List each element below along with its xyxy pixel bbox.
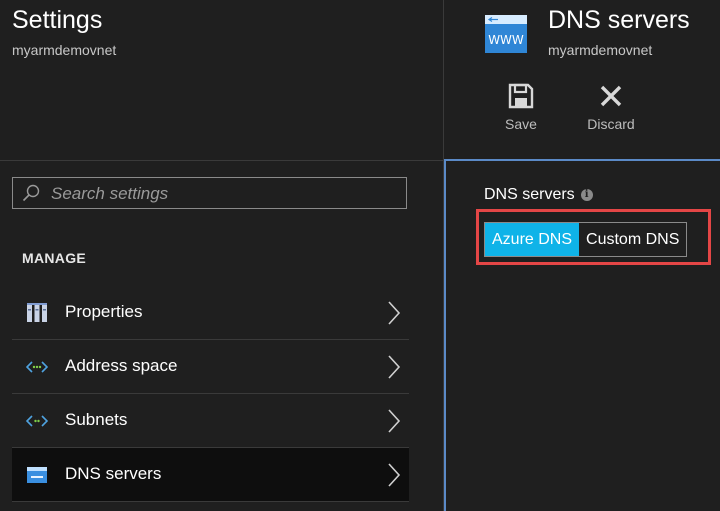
settings-title: Settings	[12, 6, 103, 34]
settings-blade: Settings myarmdemovnet MANAGE Properties	[0, 0, 444, 511]
chevron-right-icon	[388, 463, 401, 487]
dns-servers-icon	[27, 467, 47, 483]
discard-label: Discard	[587, 116, 635, 132]
azure-dns-option[interactable]: Azure DNS	[485, 223, 580, 256]
menu-item-subnets[interactable]: Subnets	[12, 394, 409, 448]
save-icon	[508, 83, 534, 109]
save-button[interactable]: Save	[491, 82, 551, 132]
settings-subtitle: myarmdemovnet	[12, 42, 117, 58]
menu-item-label: Subnets	[65, 410, 128, 429]
svg-text:WWW: WWW	[488, 33, 524, 47]
menu-item-label: Properties	[65, 302, 143, 321]
dns-blade-header: WWW DNS servers myarmdemovnet Save Disca…	[444, 0, 720, 160]
subnets-icon	[26, 415, 48, 427]
chevron-right-icon	[388, 409, 401, 433]
menu-item-dns-servers[interactable]: DNS servers	[12, 448, 409, 502]
dns-blade-title: DNS servers	[548, 6, 690, 34]
chevron-right-icon	[388, 301, 401, 325]
field-label-text: DNS servers	[484, 186, 575, 203]
search-input[interactable]	[49, 178, 403, 210]
close-icon	[600, 85, 622, 107]
settings-menu: Properties Address space Subnets DNS ser…	[12, 286, 409, 502]
info-icon[interactable]: i	[580, 188, 593, 201]
custom-dns-option[interactable]: Custom DNS	[579, 223, 686, 256]
search-box[interactable]	[12, 177, 407, 210]
menu-item-properties[interactable]: Properties	[12, 286, 409, 340]
dns-servers-field-label: DNS servers i	[484, 186, 593, 204]
menu-item-label: DNS servers	[65, 464, 162, 483]
active-blade-border	[444, 160, 446, 511]
dns-blade-subtitle: myarmdemovnet	[548, 42, 653, 58]
section-label-manage: MANAGE	[22, 250, 87, 266]
dns-type-toggle[interactable]: Azure DNS Custom DNS	[484, 222, 688, 257]
menu-item-label: Address space	[65, 356, 178, 375]
address-space-icon	[26, 361, 48, 373]
save-label: Save	[505, 116, 537, 132]
menu-item-address-space[interactable]: Address space	[12, 340, 409, 394]
settings-blade-header: Settings myarmdemovnet	[0, 0, 444, 161]
chevron-right-icon	[388, 355, 401, 379]
properties-icon	[27, 303, 47, 322]
discard-button[interactable]: Discard	[581, 82, 641, 132]
www-icon: WWW	[485, 15, 527, 53]
search-icon	[22, 184, 40, 202]
dns-servers-blade: WWW DNS servers myarmdemovnet Save Disca…	[444, 0, 720, 511]
active-blade-indicator	[444, 159, 720, 161]
